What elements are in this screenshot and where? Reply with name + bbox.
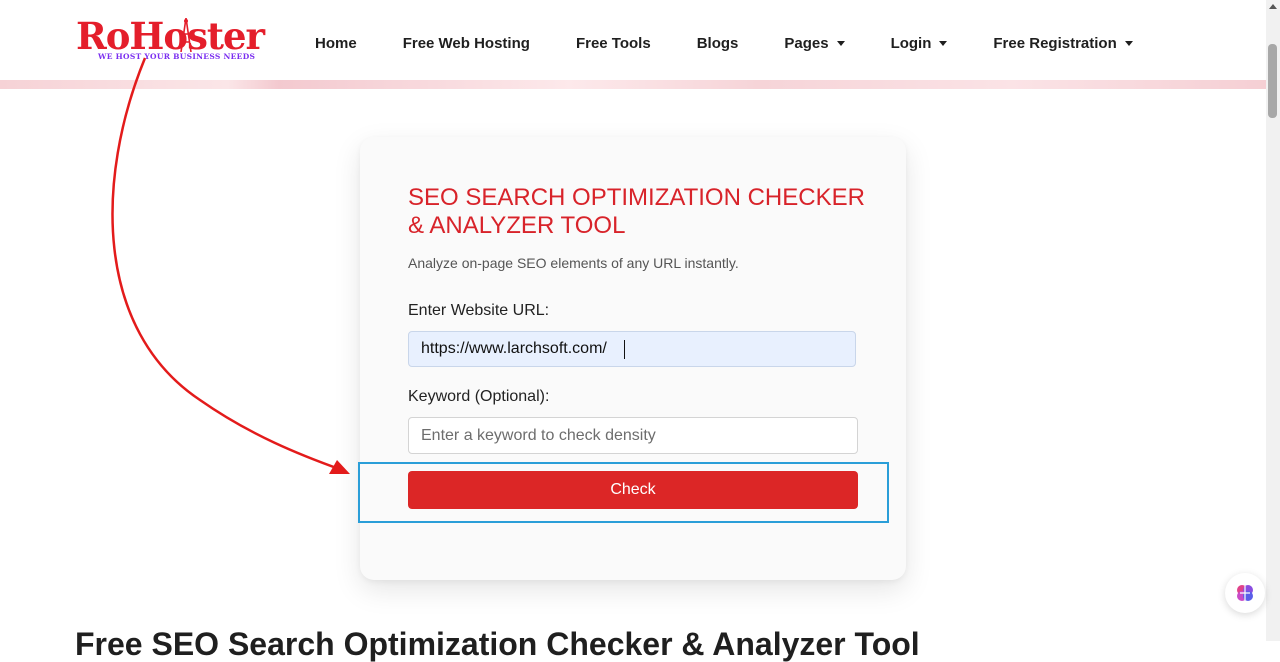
main-nav: Home Free Web Hosting Free Tools Blogs P… xyxy=(315,33,1133,53)
ai-assistant-widget[interactable] xyxy=(1225,573,1265,613)
page-scrollbar[interactable] xyxy=(1266,0,1280,641)
scrollbar-thumb[interactable] xyxy=(1268,44,1277,118)
site-logo[interactable]: RoHoster WE HOST YOUR BUSINESS NEEDS xyxy=(76,14,276,66)
annotation-highlight-box xyxy=(358,462,889,523)
antenna-tower-icon xyxy=(180,18,192,52)
nav-free-registration[interactable]: Free Registration xyxy=(993,33,1133,53)
url-label: Enter Website URL: xyxy=(408,302,550,319)
nav-free-tools[interactable]: Free Tools xyxy=(576,33,651,53)
caret-down-icon xyxy=(939,40,948,46)
text-cursor xyxy=(624,340,625,359)
scroll-up-arrow-icon[interactable] xyxy=(1269,4,1277,9)
nav-free-web-hosting[interactable]: Free Web Hosting xyxy=(403,33,530,53)
tool-subtitle: Analyze on-page SEO elements of any URL … xyxy=(408,255,739,271)
header-decorative-stripe xyxy=(0,80,1266,89)
caret-down-icon xyxy=(836,40,845,46)
section-heading: Free SEO Search Optimization Checker & A… xyxy=(75,626,920,662)
logo-tagline: WE HOST YOUR BUSINESS NEEDS xyxy=(98,52,256,61)
nav-home[interactable]: Home xyxy=(315,33,357,53)
nav-login[interactable]: Login xyxy=(891,33,948,53)
caret-down-icon xyxy=(1124,40,1133,46)
tool-title: SEO SEARCH OPTIMIZATION CHECKER & ANALYZ… xyxy=(408,184,865,239)
brain-icon xyxy=(1237,585,1253,601)
url-input[interactable] xyxy=(408,331,856,367)
keyword-input[interactable] xyxy=(408,417,858,454)
keyword-label: Keyword (Optional): xyxy=(408,388,550,405)
site-header: RoHoster WE HOST YOUR BUSINESS NEEDS Hom… xyxy=(0,0,1266,80)
nav-blogs[interactable]: Blogs xyxy=(697,33,739,53)
nav-pages[interactable]: Pages xyxy=(784,33,845,53)
